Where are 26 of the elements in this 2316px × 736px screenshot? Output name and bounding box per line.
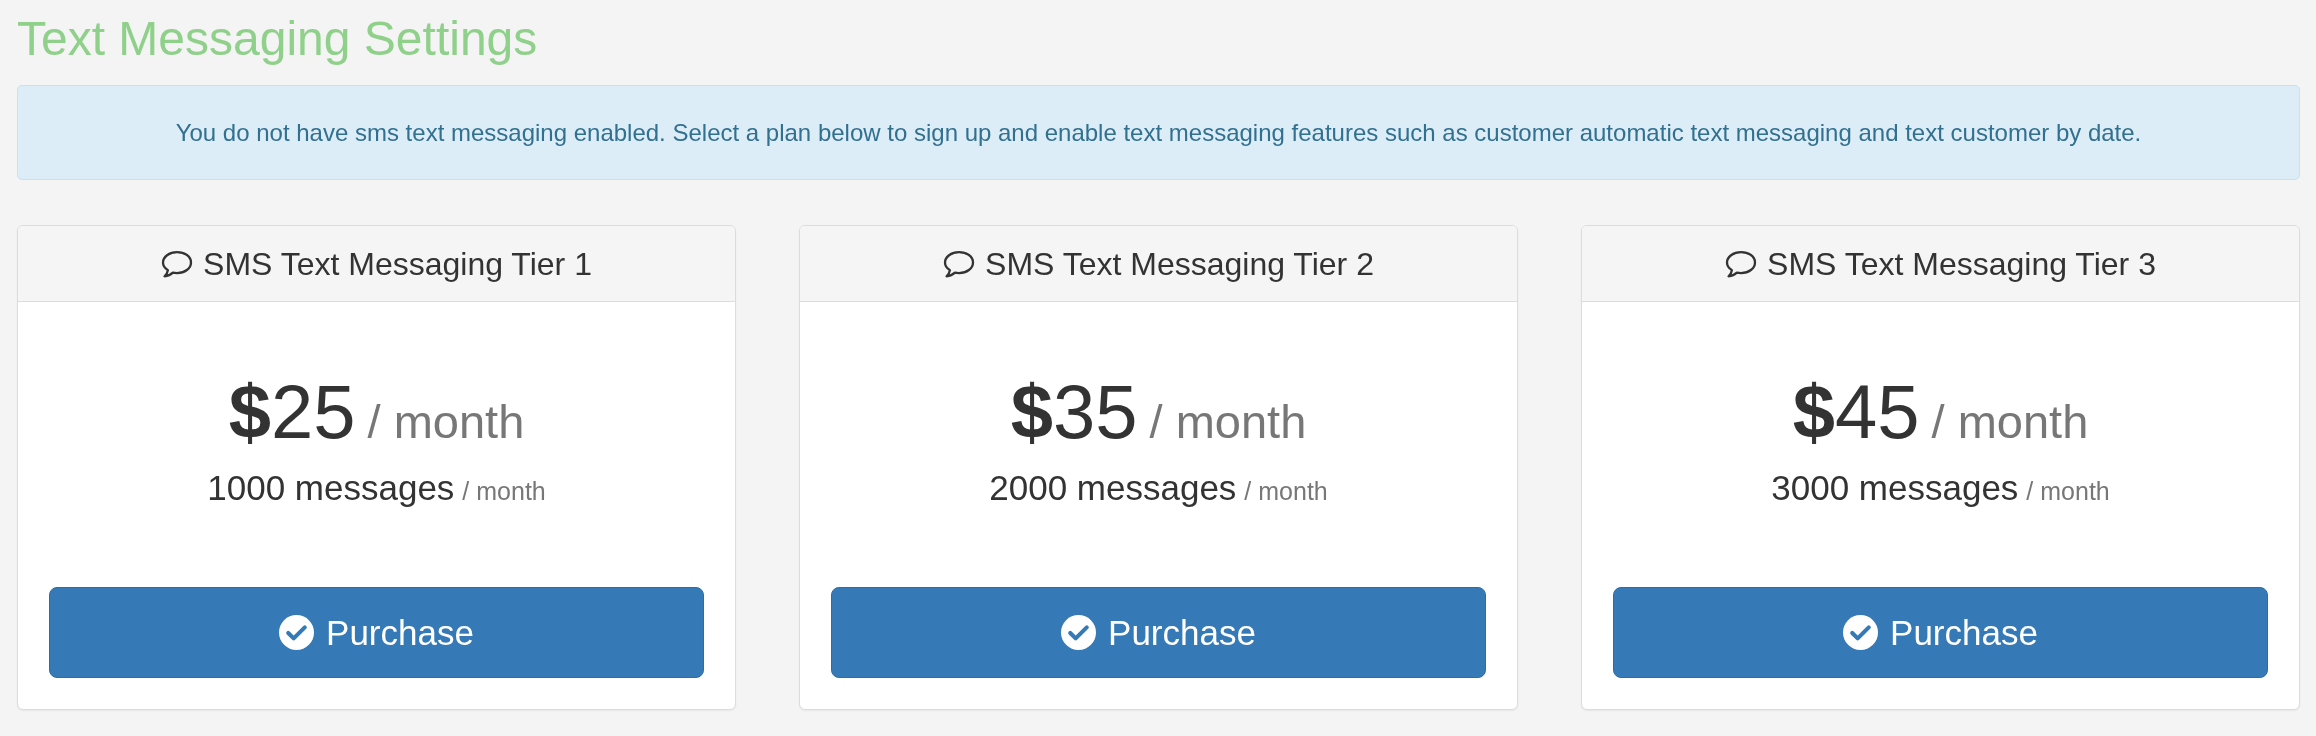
alert-message: You do not have sms text messaging enabled. Select a plan below to sign up and enable text messaging features such as customer automatic text messaging and text customer by date. — [175, 119, 2142, 146]
plan-price: $25 — [228, 374, 356, 450]
page-title: Text Messaging Settings — [17, 12, 538, 65]
check-circle-icon — [279, 615, 315, 650]
price-period: / month — [1149, 397, 1307, 447]
message-quota: 2000 messages — [989, 467, 1237, 509]
plan-price: $45 — [1792, 374, 1920, 450]
check-circle-icon — [1843, 615, 1879, 650]
plan-title: SMS Text Messaging Tier 3 — [1767, 244, 2156, 283]
plan-price: $35 — [1010, 374, 1138, 450]
message-quota: 1000 messages — [207, 467, 455, 509]
quota-period: / month — [1244, 476, 1328, 506]
plan-title: SMS Text Messaging Tier 1 — [203, 244, 592, 283]
speech-bubble-icon — [1725, 249, 1758, 278]
price-period: / month — [367, 397, 525, 447]
quota-period: / month — [2026, 476, 2110, 506]
quota-period: / month — [462, 476, 546, 506]
price-period: / month — [1931, 397, 2089, 447]
check-circle-icon — [1061, 615, 1097, 650]
purchase-button[interactable]: Purchase — [1613, 587, 2268, 678]
purchase-button[interactable]: Purchase — [831, 587, 1486, 678]
purchase-button[interactable]: Purchase — [49, 587, 704, 678]
message-quota: 3000 messages — [1771, 467, 2019, 509]
plan-title: SMS Text Messaging Tier 2 — [985, 244, 1374, 283]
speech-bubble-icon — [161, 249, 194, 278]
speech-bubble-icon — [943, 249, 976, 278]
